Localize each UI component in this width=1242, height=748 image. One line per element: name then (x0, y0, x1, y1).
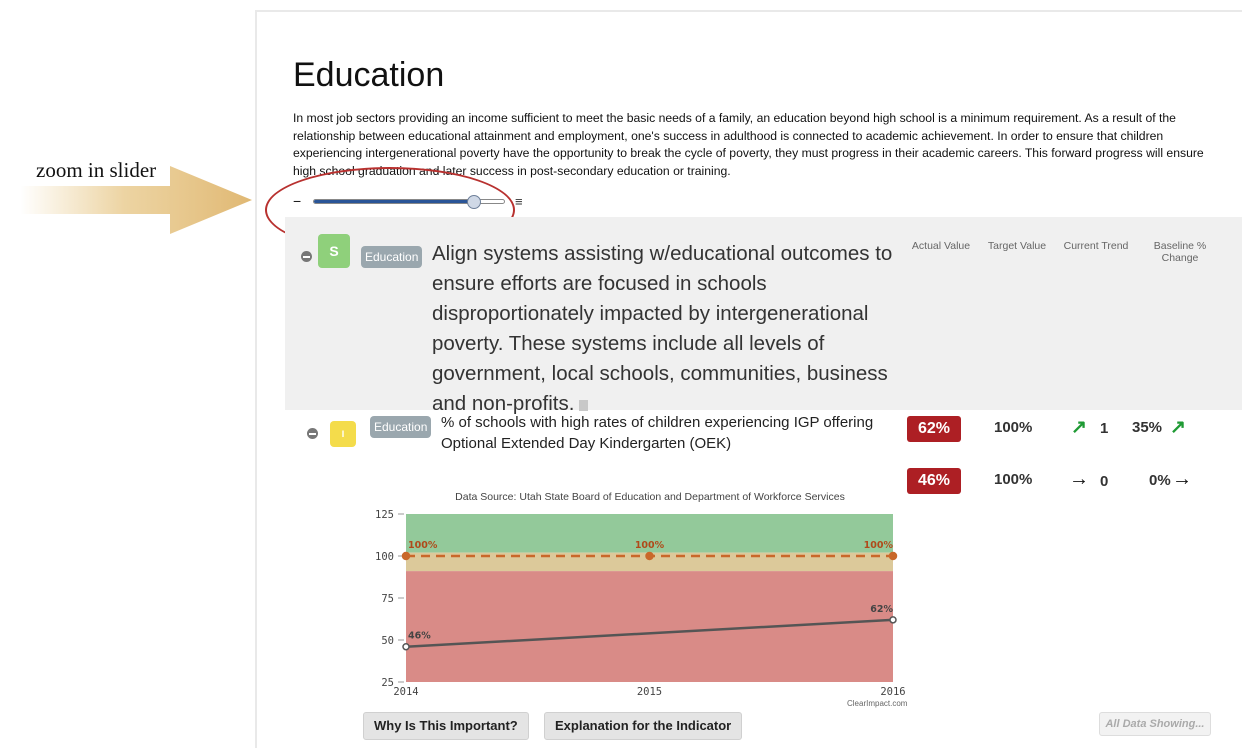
strategy-type-icon: S (318, 234, 350, 268)
y-tick-label: 100 (375, 551, 394, 563)
y-tick-label: 50 (381, 635, 394, 647)
actual-point (889, 616, 897, 624)
strategy-row: S Education Align systems assisting w/ed… (285, 217, 1242, 415)
chart-credit: ClearImpact.com (847, 699, 908, 708)
target-value: 100% (994, 419, 1033, 436)
target-point (645, 551, 654, 561)
column-current-trend: Current Trend (1063, 240, 1129, 252)
page-title: Education (293, 56, 445, 94)
explanation-button[interactable]: Explanation for the Indicator (544, 712, 743, 740)
all-data-showing-button[interactable]: All Data Showing... (1099, 712, 1211, 736)
target-value: 100% (994, 471, 1033, 488)
strategy-text-content: Align systems assisting w/educational ou… (432, 242, 893, 415)
actual-value-badge: 62% (907, 416, 961, 442)
main-panel: Education In most job sectors providing … (255, 10, 1242, 748)
strategy-tag: Education (361, 246, 423, 268)
actual-value-badge: 46% (907, 468, 961, 494)
screenshot: zoom in slider Education In most job sec… (0, 0, 1242, 748)
trend-up-icon: ↗ (1071, 417, 1087, 438)
data-label: 100% (635, 540, 665, 551)
collapse-measure-icon[interactable] (307, 428, 318, 439)
y-tick-label: 25 (381, 677, 394, 689)
target-point (401, 551, 411, 561)
indicator-type-icon: I (330, 421, 356, 447)
data-label: 46% (408, 631, 431, 642)
trend-count: 0 (1100, 473, 1109, 490)
baseline-change: 0% (1149, 472, 1171, 489)
measure-title[interactable]: % of schools with high rates of children… (441, 412, 911, 454)
data-label: 100% (864, 540, 894, 551)
data-label: 62% (870, 604, 893, 615)
column-baseline-change: Baseline % Change (1153, 240, 1207, 264)
document-icon[interactable] (579, 400, 589, 411)
data-label: 100% (408, 540, 438, 551)
column-target-value: Target Value (987, 240, 1047, 252)
indicator-chart: Data Source: Utah State Board of Educati… (352, 474, 912, 714)
trend-count: 1 (1100, 420, 1109, 437)
target-point (888, 551, 898, 561)
strategy-text: Align systems assisting w/educational ou… (432, 239, 912, 419)
collapse-strategy-icon[interactable] (301, 251, 312, 262)
zoom-menu-icon[interactable]: ≡ (515, 194, 523, 209)
trend-flat-icon: → (1069, 468, 1089, 490)
annotation-label: zoom in slider (36, 158, 157, 182)
x-tick-label: 2015 (637, 686, 662, 698)
baseline-up-icon: ↗ (1170, 417, 1186, 438)
baseline-flat-icon: → (1172, 468, 1192, 490)
actual-point (402, 642, 410, 651)
why-important-button[interactable]: Why Is This Important? (363, 712, 529, 740)
chart-title: Data Source: Utah State Board of Educati… (455, 491, 845, 503)
x-tick-label: 2014 (393, 686, 418, 698)
x-tick-label: 2016 (880, 686, 905, 698)
chart-svg: Data Source: Utah State Board of Educati… (375, 491, 908, 708)
y-tick-label: 125 (375, 509, 394, 521)
column-actual-value: Actual Value (911, 240, 971, 252)
chart-band-red (406, 571, 893, 682)
y-tick-label: 75 (381, 593, 394, 605)
baseline-change: 35% (1132, 419, 1163, 436)
measure-tag: Education (370, 416, 432, 438)
